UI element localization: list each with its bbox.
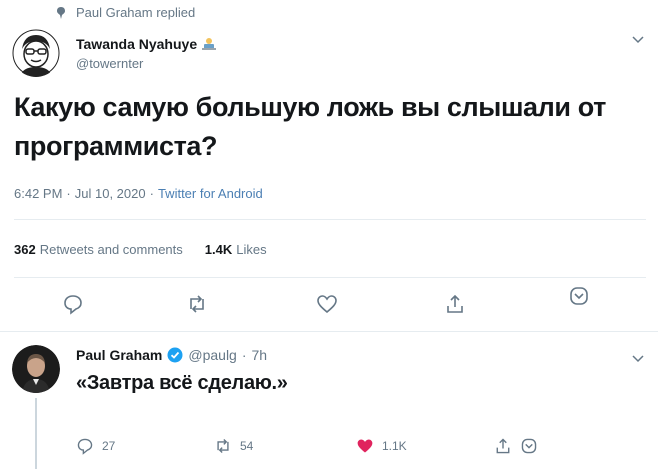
technologist-emoji-icon <box>201 37 217 51</box>
tweet-time[interactable]: 6:42 PM <box>14 186 62 201</box>
tweet-stats: 362 Retweets and comments 1.4K Likes <box>14 242 267 257</box>
author-handle[interactable]: @towernter <box>76 56 143 71</box>
tweet-date[interactable]: Jul 10, 2020 <box>75 186 146 201</box>
retweet-count: 54 <box>240 439 254 453</box>
likes-stat[interactable]: 1.4K Likes <box>205 242 267 257</box>
reply-count: 27 <box>102 439 116 453</box>
reply-share-action[interactable] <box>494 437 538 455</box>
reply-retweet-action[interactable]: 54 <box>214 437 253 455</box>
tweet-source-link[interactable]: Twitter for Android <box>158 186 263 201</box>
reply-context: Paul Graham replied <box>54 5 195 20</box>
pin-icon <box>54 6 68 20</box>
thread-line <box>35 398 37 469</box>
reply-header: Paul Graham @paulg · 7h <box>76 347 268 363</box>
like-icon[interactable] <box>316 293 338 315</box>
divider <box>14 277 646 278</box>
tweet-text: Какую самую большую ложь вы слышали от п… <box>14 92 606 161</box>
author-avatar[interactable] <box>12 29 60 77</box>
reply-author-handle[interactable]: @paulg <box>188 347 236 363</box>
reply-like-action[interactable]: 1.1K <box>356 437 407 455</box>
share-icon <box>494 437 512 455</box>
reply-icon <box>76 437 94 455</box>
like-filled-icon <box>356 437 374 455</box>
share-icon[interactable] <box>444 293 466 315</box>
divider <box>14 219 646 220</box>
reply-time[interactable]: 7h <box>252 347 268 363</box>
reply-reply-action[interactable]: 27 <box>76 437 115 455</box>
more-icon[interactable] <box>568 285 590 307</box>
verified-badge-icon <box>167 347 183 363</box>
reply-text: «Завтра всё сделаю.» <box>76 372 288 394</box>
reply-context-text: Paul Graham replied <box>76 5 196 20</box>
reply-author-avatar[interactable] <box>12 345 60 393</box>
more-icon <box>520 437 538 455</box>
chevron-down-icon[interactable] <box>630 352 646 364</box>
like-count: 1.1K <box>382 439 407 453</box>
retweets-stat[interactable]: 362 Retweets and comments <box>14 242 183 257</box>
author-name[interactable]: Tawanda Nyahuye <box>76 36 217 52</box>
retweet-icon[interactable] <box>186 293 208 315</box>
divider <box>0 331 658 332</box>
retweet-icon <box>214 437 232 455</box>
chevron-down-icon[interactable] <box>630 33 646 45</box>
reply-icon[interactable] <box>62 293 84 315</box>
reply-author-name[interactable]: Paul Graham <box>76 347 162 363</box>
tweet-meta: 6:42 PM · Jul 10, 2020 · Twitter for And… <box>14 186 263 201</box>
